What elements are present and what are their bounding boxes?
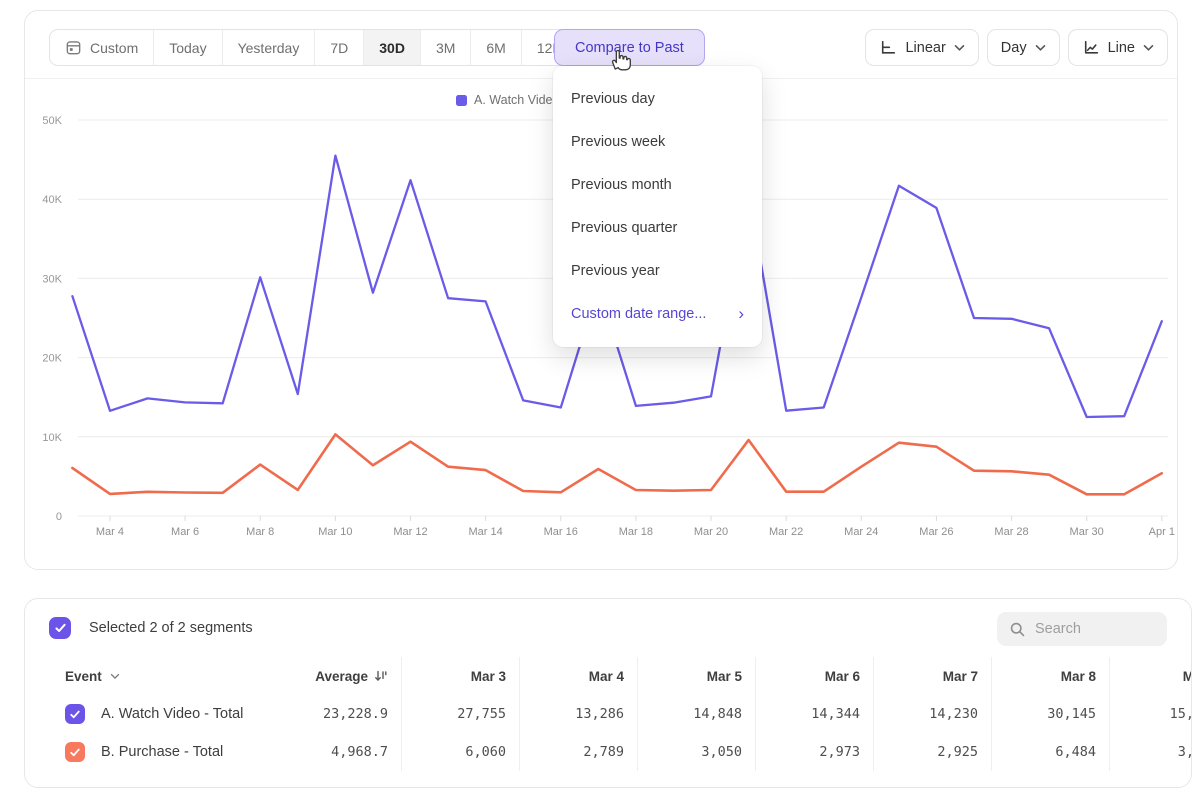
column-header-date-clipped[interactable]: M [1109, 657, 1192, 695]
axis-scale-dropdown[interactable]: Linear [865, 29, 978, 66]
column-header-average[interactable]: Average [281, 657, 401, 695]
column-header-event[interactable]: Event [49, 657, 281, 695]
legend-swatch-series-a [456, 95, 467, 106]
selected-segments-label: Selected 2 of 2 segments [89, 620, 253, 636]
line-chart-icon [1082, 39, 1100, 56]
search-box [997, 612, 1167, 646]
table-row-purchase: B. Purchase - Total [49, 733, 281, 771]
cell-value: 3,050 [637, 733, 755, 771]
chevron-down-icon [1035, 44, 1046, 52]
chart-controls: Linear Day Line [865, 29, 1168, 66]
segments-select-row: Selected 2 of 2 segments [25, 599, 1191, 657]
column-header-date[interactable]: Mar 6 [755, 657, 873, 695]
row-checkbox-watch-video[interactable] [65, 704, 85, 724]
interval-dropdown[interactable]: Day [987, 29, 1060, 66]
cell-value-clipped: 3, [1109, 733, 1192, 771]
column-header-date[interactable]: Mar 7 [873, 657, 991, 695]
column-header-date[interactable]: Mar 5 [637, 657, 755, 695]
chevron-right-icon: › [738, 305, 744, 322]
search-icon [1009, 621, 1026, 638]
menu-item-previous-month[interactable]: Previous month [553, 163, 762, 206]
menu-item-previous-quarter[interactable]: Previous quarter [553, 206, 762, 249]
column-header-date[interactable]: Mar 4 [519, 657, 637, 695]
chevron-down-icon [954, 44, 965, 52]
date-range-6m[interactable]: 6M [471, 30, 521, 65]
date-range-segmented-control: Custom Today Yesterday 7D 30D 3M 6M 12M [49, 29, 580, 66]
segment-label: B. Purchase - Total [101, 744, 223, 760]
date-range-custom[interactable]: Custom [50, 30, 154, 65]
cell-value: 2,925 [873, 733, 991, 771]
compare-to-past-menu: Previous day Previous week Previous mont… [553, 66, 762, 347]
cell-average: 23,228.9 [281, 695, 401, 733]
table-row-watch-video: A. Watch Video - Total [49, 695, 281, 733]
segments-table-card: Selected 2 of 2 segments Event Average M… [24, 598, 1192, 788]
cell-value: 14,848 [637, 695, 755, 733]
cell-value: 13,286 [519, 695, 637, 733]
search-input[interactable] [1035, 621, 1155, 637]
date-range-yesterday[interactable]: Yesterday [223, 30, 316, 65]
cell-value: 14,230 [873, 695, 991, 733]
cell-value: 2,973 [755, 733, 873, 771]
date-range-30d[interactable]: 30D [364, 30, 421, 65]
cell-value: 27,755 [401, 695, 519, 733]
chart-type-dropdown[interactable]: Line [1068, 29, 1168, 66]
cell-value: 6,484 [991, 733, 1109, 771]
menu-item-previous-day[interactable]: Previous day [553, 77, 762, 120]
date-range-7d[interactable]: 7D [315, 30, 364, 65]
date-range-3m[interactable]: 3M [421, 30, 471, 65]
column-header-date[interactable]: Mar 8 [991, 657, 1109, 695]
cell-average: 4,968.7 [281, 733, 401, 771]
cell-value: 30,145 [991, 695, 1109, 733]
calendar-icon [65, 39, 82, 56]
date-range-today[interactable]: Today [154, 30, 222, 65]
date-range-label: Custom [90, 40, 138, 56]
row-checkbox-purchase[interactable] [65, 742, 85, 762]
compare-to-past-button[interactable]: Compare to Past [554, 29, 705, 66]
menu-item-previous-year[interactable]: Previous year [553, 249, 762, 292]
cell-value: 6,060 [401, 733, 519, 771]
sort-descending-icon [374, 669, 388, 683]
chevron-down-icon [1143, 44, 1154, 52]
cell-value-clipped: 15, [1109, 695, 1192, 733]
segments-table: Event Average Mar 3 Mar 4 Mar 5 Mar 6 Ma… [25, 657, 1191, 771]
select-all-checkbox[interactable] [49, 617, 71, 639]
linear-axis-icon [879, 39, 897, 56]
menu-item-previous-week[interactable]: Previous week [553, 120, 762, 163]
cell-value: 2,789 [519, 733, 637, 771]
segment-label: A. Watch Video - Total [101, 706, 243, 722]
chevron-down-icon [110, 673, 120, 680]
cell-value: 14,344 [755, 695, 873, 733]
menu-item-custom-date-range[interactable]: Custom date range... › [553, 292, 762, 335]
column-header-date[interactable]: Mar 3 [401, 657, 519, 695]
